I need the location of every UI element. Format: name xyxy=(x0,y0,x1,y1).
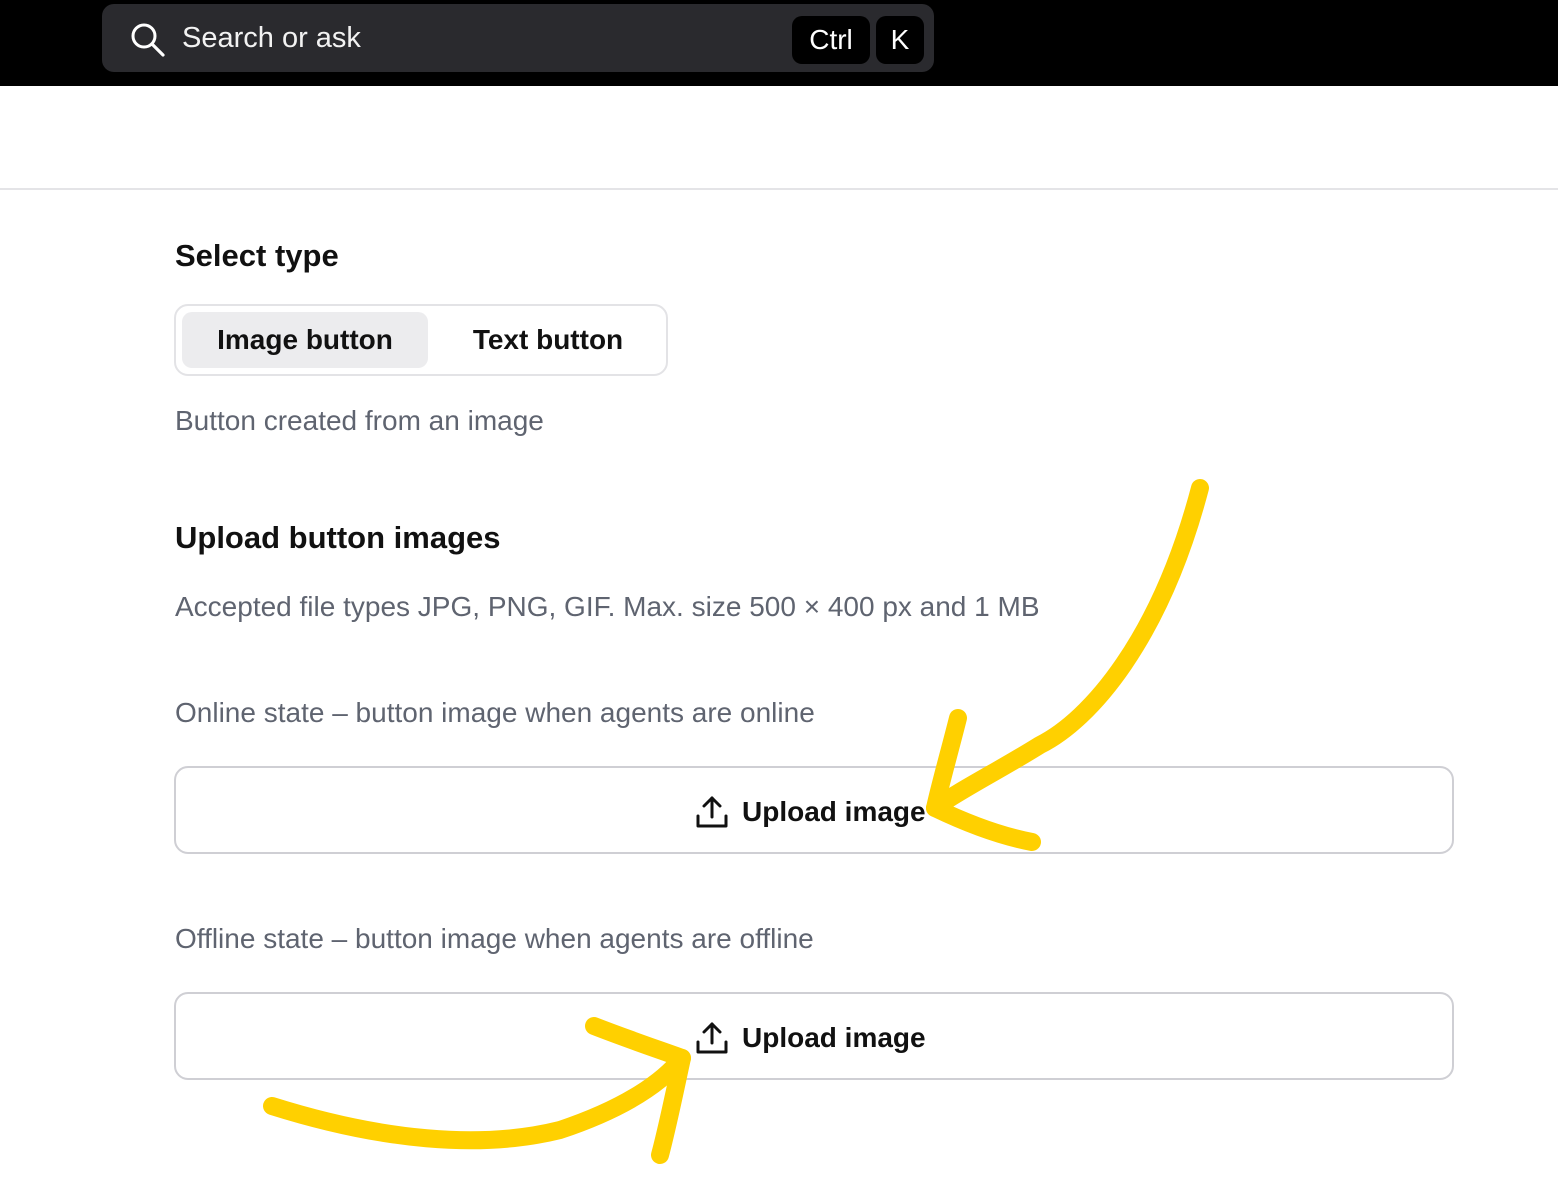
button-type-toggle: Image button Text button xyxy=(174,304,668,376)
upload-offline-label: Upload image xyxy=(742,1022,926,1053)
upload-icon xyxy=(696,1022,728,1054)
top-bar: Search or ask Ctrl K xyxy=(0,0,1558,86)
upload-online-label: Upload image xyxy=(742,796,926,827)
online-state-label: Online state – button image when agents … xyxy=(175,697,815,728)
search-icon xyxy=(131,23,165,57)
text-button-option[interactable]: Text button xyxy=(434,312,662,368)
upload-images-title: Upload button images xyxy=(175,520,501,555)
offline-state-label: Offline state – button image when agents… xyxy=(175,923,814,954)
accepted-file-types: Accepted file types JPG, PNG, GIF. Max. … xyxy=(175,591,1040,622)
image-button-option[interactable]: Image button xyxy=(182,312,428,368)
search-placeholder: Search or ask xyxy=(182,22,361,54)
upload-icon xyxy=(696,796,728,828)
page-header-area xyxy=(0,86,1558,190)
shortcut-key-ctrl: Ctrl xyxy=(792,16,870,64)
select-type-title: Select type xyxy=(175,238,339,273)
shortcut-key-k: K xyxy=(876,16,924,64)
upload-online-image-button[interactable]: Upload image xyxy=(174,766,1454,854)
upload-offline-image-button[interactable]: Upload image xyxy=(174,992,1454,1080)
button-type-description: Button created from an image xyxy=(175,405,544,436)
search-input[interactable]: Search or ask Ctrl K xyxy=(102,4,934,72)
